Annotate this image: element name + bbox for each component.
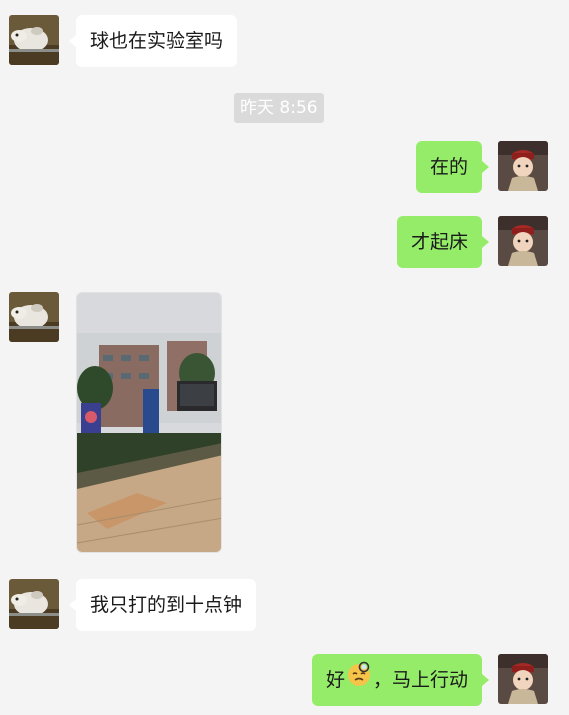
avatar-contact[interactable] <box>9 579 59 629</box>
child-avatar-icon <box>498 216 548 266</box>
sleepy-face-emoji-icon <box>346 655 372 707</box>
avatar-self[interactable] <box>498 216 548 266</box>
avatar-contact[interactable] <box>9 292 59 342</box>
child-avatar-icon <box>498 654 548 704</box>
avatar-self[interactable] <box>498 654 548 704</box>
avatar-contact[interactable] <box>9 15 59 65</box>
message-bubble[interactable]: 我只打的到十点钟 <box>68 579 257 631</box>
dog-avatar-icon <box>9 579 59 629</box>
message-text: 我只打的到十点钟 <box>90 594 243 616</box>
campus-photo <box>77 293 221 552</box>
message-text-before: 好 <box>325 669 345 691</box>
message-text: 在的 <box>429 156 468 178</box>
message-bubble[interactable]: 好 ，马上行动 <box>311 654 490 707</box>
message-bubble[interactable]: 在的 <box>415 141 490 193</box>
avatar-self[interactable] <box>498 141 548 191</box>
message-text: 才起床 <box>410 231 468 253</box>
message-bubble[interactable]: 才起床 <box>396 216 490 268</box>
child-avatar-icon <box>498 141 548 191</box>
photo-message[interactable] <box>76 292 222 553</box>
message-text: 球也在实验室吗 <box>90 30 224 52</box>
timestamp: 昨天 8:56 <box>234 93 324 123</box>
dog-avatar-icon <box>9 292 59 342</box>
message-text-after: ，马上行动 <box>372 669 468 691</box>
dog-avatar-icon <box>9 15 59 65</box>
message-bubble[interactable]: 球也在实验室吗 <box>68 15 238 67</box>
